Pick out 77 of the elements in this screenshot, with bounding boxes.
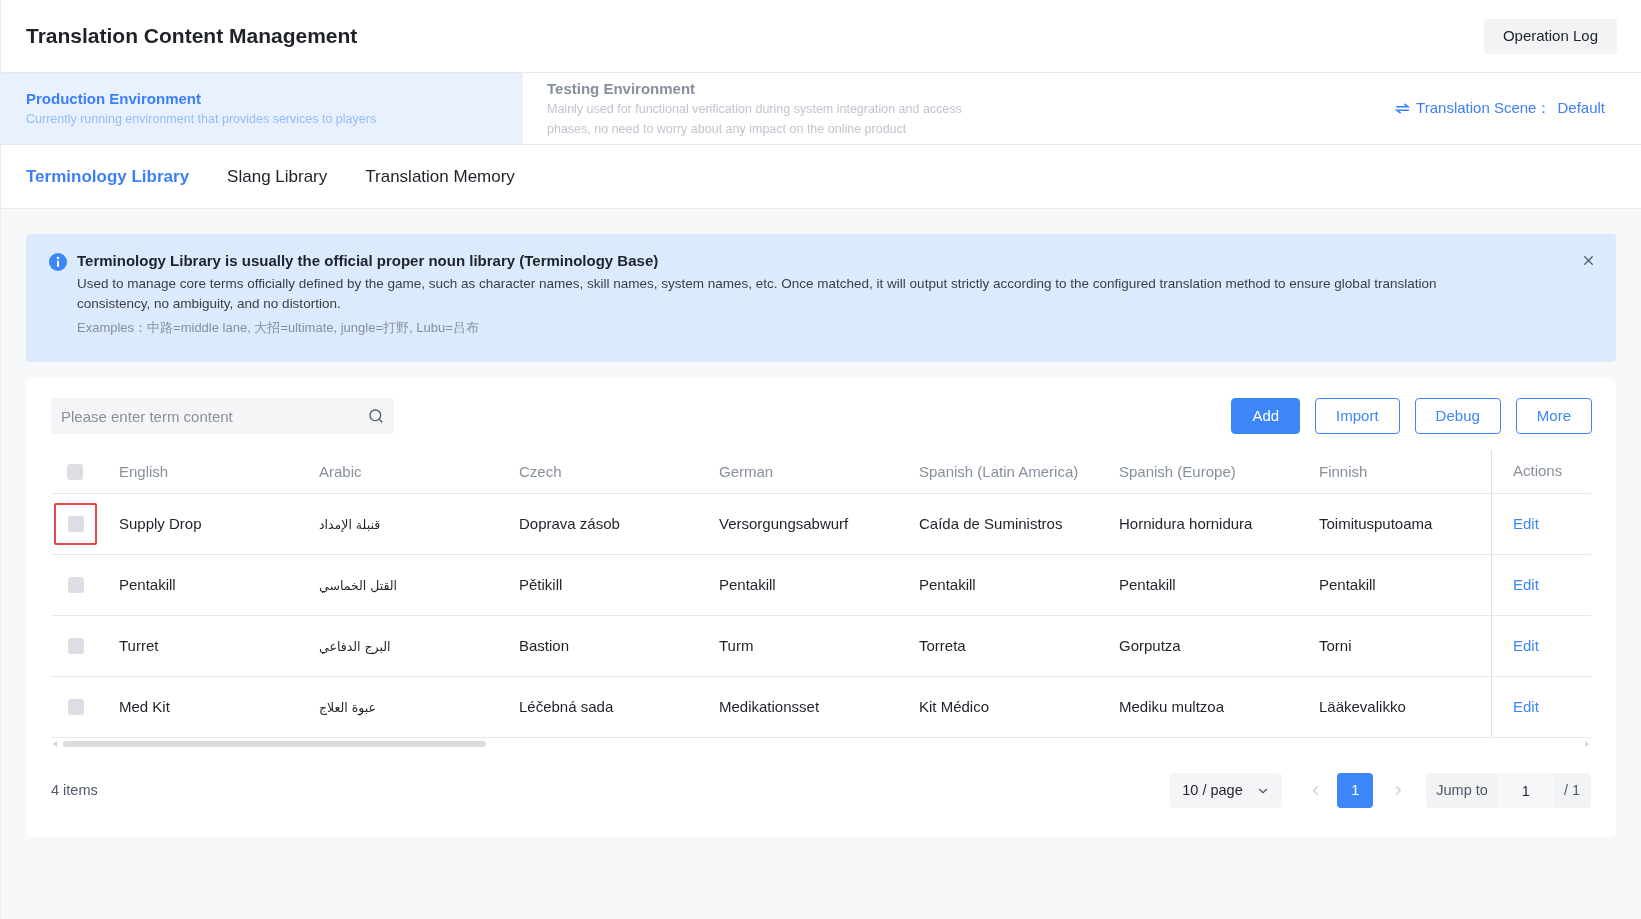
column-header: Spanish (Europe)	[1119, 462, 1236, 480]
environment-title: Testing Environment	[547, 78, 697, 99]
term-text: Pentakill	[119, 576, 176, 593]
column-header: German	[719, 462, 774, 480]
close-icon[interactable]	[1581, 253, 1596, 268]
column-header: Actions	[1513, 461, 1563, 482]
term-text: القتل الخماسي	[319, 578, 398, 593]
term-text: Medikationsset	[719, 698, 820, 715]
edit-link[interactable]: Edit	[1513, 634, 1539, 658]
term-text: Versorgungsabwurf	[719, 515, 849, 532]
toolbar-button[interactable]: Import	[1315, 398, 1400, 434]
column-header: Arabic	[319, 462, 362, 480]
page-count: / 1	[1562, 780, 1581, 800]
term-text: Léčebná sada	[519, 698, 614, 715]
term-text: البرج الدفاعي	[319, 639, 391, 654]
term-text: Pětikill	[519, 576, 563, 593]
right-triangle-icon[interactable]	[1585, 741, 1589, 747]
page-title: Translation Content Management	[26, 23, 358, 50]
term-text: Bastion	[519, 637, 570, 654]
scrollbar-thumb[interactable]	[63, 741, 486, 747]
search-field[interactable]: Please enter term content	[51, 398, 394, 434]
term-text: Pentakill	[1319, 576, 1376, 593]
checkbox[interactable]	[67, 577, 84, 593]
term-text: Turret	[119, 637, 159, 654]
column-header: Spanish (Latin America)	[919, 462, 1079, 480]
term-text: Toimitusputoama	[1319, 515, 1433, 532]
term-text: Lääkevalikko	[1319, 698, 1406, 715]
term-text: Supply Drop	[119, 515, 202, 532]
banner-body: Used to manage core terms officially defined by the game, such as character names, skill names, system names, etc. Once matched, it will output strictly according to the configured translation method to ensure global translation consistency, no ambiguity, and no distortion.	[77, 275, 1438, 313]
page-size-select[interactable]: 10 / page	[1170, 773, 1283, 808]
toolbar-button[interactable]: More	[1515, 398, 1592, 434]
environment-title: Production Environment	[26, 88, 202, 109]
total-count: 4 items	[51, 780, 98, 800]
term-text: قنبلة الإمداد	[319, 517, 381, 532]
jump-to-label: Jump to	[1435, 780, 1489, 800]
left-triangle-icon[interactable]	[53, 741, 57, 747]
edit-link[interactable]: Edit	[1513, 512, 1539, 536]
page-number-field[interactable]: 1	[1497, 773, 1554, 808]
banner-title: Terminology Library is usually the official proper noun library (Terminology Base)	[77, 251, 660, 271]
translation-scene-button[interactable]: Translation Scene： Default	[1395, 97, 1605, 120]
swap-arrows-icon	[1395, 103, 1411, 114]
edit-link[interactable]: Edit	[1513, 695, 1539, 719]
info-icon	[49, 253, 67, 271]
term-text: Pentakill	[719, 576, 776, 593]
toolbar-button[interactable]: Debug	[1414, 398, 1501, 434]
checkbox[interactable]	[67, 516, 84, 532]
toolbar-button[interactable]: Add	[1231, 398, 1301, 434]
environment-description: Currently running environment that provides services to players	[26, 110, 378, 128]
tab[interactable]: Terminology Library	[26, 163, 190, 190]
banner-examples: Examples：中路=middle lane, 大招=ultimate, jungle=打野, Lubu=吕布	[77, 319, 479, 337]
column-header: Finnish	[1319, 462, 1368, 480]
term-text: Pentakill	[1119, 576, 1176, 593]
column-header: Czech	[519, 462, 562, 480]
column-header: English	[119, 462, 169, 480]
term-text: عبوة العلاج	[319, 700, 377, 715]
term-text: Mediku multzoa	[1119, 698, 1225, 715]
checkbox[interactable]	[67, 638, 84, 654]
checkbox[interactable]	[67, 463, 83, 480]
search-icon[interactable]	[368, 408, 384, 424]
term-text: Torni	[1319, 637, 1352, 654]
term-text: Hornidura hornidura	[1119, 515, 1253, 532]
edit-link[interactable]: Edit	[1513, 573, 1539, 597]
term-text: Med Kit	[119, 698, 170, 715]
environment-description: Mainly used for functional verification during system integration and access phases, no need to worry about any impact on the online product	[547, 100, 963, 138]
term-text: Turm	[719, 637, 754, 654]
term-text: Kit Médico	[919, 698, 990, 715]
operation-log-button[interactable]: Operation Log	[1483, 18, 1617, 54]
environment-option[interactable]: Production Environment Currently running environment that provides services to players	[1, 73, 523, 144]
term-text: Torreta	[919, 637, 966, 654]
tab[interactable]: Translation Memory	[365, 163, 515, 190]
tab[interactable]: Slang Library	[227, 163, 328, 190]
checkbox[interactable]	[67, 699, 84, 715]
page-button[interactable]: 1	[1337, 773, 1374, 808]
term-text: Doprava zásob	[519, 515, 620, 532]
term-text: Caída de Suministros	[919, 515, 1063, 532]
term-text: Gorputza	[1119, 637, 1181, 654]
term-text: Pentakill	[919, 576, 976, 593]
